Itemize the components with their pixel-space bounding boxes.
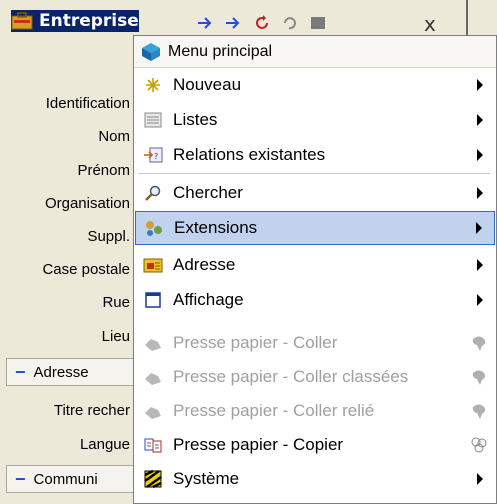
submenu-arrow-icon: [476, 222, 482, 234]
menu-item-label: Système: [173, 469, 240, 488]
menu-item-coller: Presse papier - Coller: [135, 326, 495, 360]
save-icon[interactable]: [308, 14, 328, 32]
menu-header-label: Menu principal: [168, 42, 273, 60]
menu-item-copier[interactable]: Presse papier - Copier: [135, 428, 495, 462]
label-lieu: Lieu: [101, 328, 130, 345]
puzzle-icon: [472, 336, 486, 351]
menu-item-coller-relie: Presse papier - Coller relié: [135, 394, 495, 428]
label-case-postale: Case postale: [42, 261, 130, 278]
label-titre-recherche: Titre recher: [53, 402, 130, 419]
label-langue: Langue: [79, 436, 130, 453]
menu-item-label: Relations existantes: [173, 145, 326, 164]
menu-item-label: Presse papier - Coller relié: [173, 401, 375, 420]
paste-linked-icon: [145, 407, 161, 419]
puzzle-icon: [472, 370, 486, 385]
submenu-arrow-icon: [477, 294, 483, 306]
collapse-icon[interactable]: −: [15, 469, 26, 490]
label-suppl: Suppl.: [87, 228, 130, 245]
submenu-arrow-icon: [477, 473, 483, 485]
submenu-arrow-icon: [477, 187, 483, 199]
menu-item-listes[interactable]: Listes: [135, 103, 495, 137]
window-titlebar: Entreprise x: [0, 0, 497, 38]
toolbar: [196, 14, 328, 32]
copy-icon: [144, 438, 162, 453]
refresh-icon[interactable]: [252, 14, 272, 32]
menu-item-label: Listes: [173, 110, 218, 129]
section-label: Communi: [33, 470, 98, 488]
menu-item-label: Nouveau: [173, 75, 242, 94]
paste-icon: [145, 339, 161, 351]
close-icon[interactable]: x: [424, 12, 436, 36]
label-identification: Identification: [45, 95, 130, 112]
puzzle-icon: [472, 404, 486, 419]
menu-item-extensions[interactable]: Extensions: [135, 211, 495, 245]
menu-item-relations[interactable]: ? Relations existantes: [135, 138, 495, 172]
cluster-icon: [471, 437, 487, 453]
new-icon: [146, 78, 160, 92]
label-rue: Rue: [102, 294, 130, 311]
submenu-arrow-icon: [477, 79, 483, 91]
system-icon: [144, 469, 162, 489]
menu-item-label: Affichage: [173, 290, 244, 309]
menu-item-affichage[interactable]: Affichage: [135, 283, 495, 317]
briefcase-icon: [11, 12, 33, 30]
section-communication[interactable]: − Communi: [6, 465, 134, 493]
menu-item-label: Presse papier - Coller classées: [173, 367, 409, 386]
window-title-text: Entreprise: [39, 11, 139, 31]
divider: [466, 0, 468, 36]
menu-separator: [138, 173, 490, 174]
relations-icon: ?: [144, 147, 163, 163]
svg-text:?: ?: [154, 152, 158, 161]
display-icon: [145, 292, 161, 308]
collapse-icon[interactable]: −: [15, 362, 26, 383]
menu-item-coller-classees: Presse papier - Coller classées: [135, 360, 495, 394]
move-right-icon[interactable]: [196, 14, 216, 32]
label-prenom: Prénom: [77, 162, 130, 179]
extensions-icon: [146, 221, 162, 236]
menu-item-nouveau[interactable]: Nouveau: [135, 68, 495, 102]
undo-icon[interactable]: [280, 14, 300, 32]
menu-header: Menu principal: [134, 36, 496, 68]
window-title[interactable]: Entreprise: [11, 10, 139, 32]
main-menu-icon: [142, 42, 160, 61]
menu-item-label: Chercher: [173, 183, 243, 202]
menu-item-systeme[interactable]: Système: [135, 462, 495, 496]
move-icon[interactable]: [224, 14, 244, 32]
label-nom: Nom: [98, 128, 130, 145]
section-label: Adresse: [33, 363, 89, 381]
list-icon: [144, 112, 162, 128]
submenu-arrow-icon: [477, 149, 483, 161]
menu-item-label: Extensions: [174, 218, 258, 237]
menu-item-label: Presse papier - Coller: [173, 333, 338, 352]
menu-item-label: Presse papier - Copier: [173, 435, 344, 454]
section-adresse[interactable]: − Adresse: [6, 358, 134, 386]
submenu-arrow-icon: [477, 114, 483, 126]
search-icon: [145, 185, 161, 201]
menu-item-adresse[interactable]: Adresse: [135, 248, 495, 282]
address-icon: [143, 258, 163, 273]
submenu-arrow-icon: [477, 259, 483, 271]
context-menu: Menu principal Nouveau Listes ? Relation…: [133, 35, 497, 504]
label-organisation: Organisation: [44, 195, 130, 212]
paste-classified-icon: [145, 373, 161, 385]
menu-item-label: Adresse: [173, 255, 236, 274]
menu-item-chercher[interactable]: Chercher: [135, 176, 495, 210]
